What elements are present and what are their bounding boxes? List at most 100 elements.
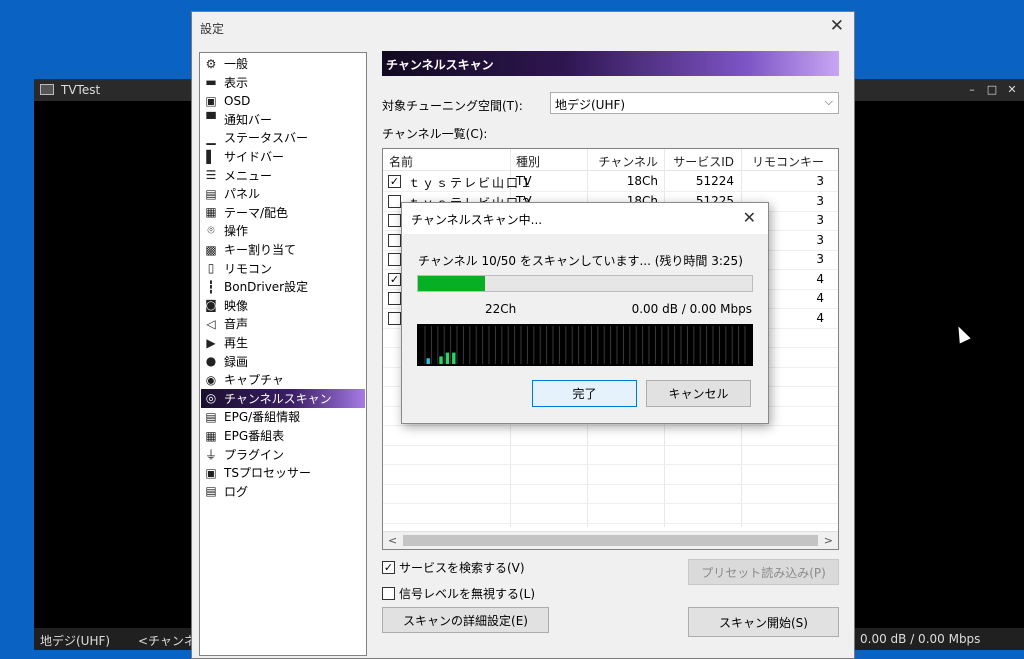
preset-load-button[interactable]: プリセット読み込み(P): [688, 559, 839, 585]
panel-icon: ▤: [205, 186, 217, 201]
minimize-button[interactable]: –: [966, 83, 978, 96]
scan-detail-settings-button[interactable]: スキャンの詳細設定(E): [382, 607, 549, 633]
row-gridline: [383, 464, 838, 465]
cell-remote-key: 3: [816, 213, 824, 227]
category-item[interactable]: ⌾ 操作: [201, 221, 365, 240]
category-label: 音声: [224, 317, 249, 332]
category-list[interactable]: ⚙ 一般 ▬ 表示 ▣ OSD ▀ 通知バー ▁ ステータスバー ▌ サイドバー ☰ メニュー ▤ パネル ▦ テ…: [199, 52, 367, 656]
scan-status-message: チャンネル 10/50 をスキャンしています... (残り時間 3:25): [418, 254, 743, 268]
maximize-button[interactable]: □: [986, 83, 998, 96]
start-scan-button[interactable]: スキャン開始(S): [688, 607, 839, 637]
cell-remote-key: 4: [816, 291, 824, 305]
cancel-button[interactable]: キャンセル: [646, 380, 751, 407]
plugin-icon: ⏚: [204, 447, 217, 462]
category-item[interactable]: ▶ 再生: [201, 333, 365, 352]
category-item[interactable]: ◉ キャプチャ: [201, 370, 365, 389]
category-item[interactable]: ▦ テーマ/配色: [201, 203, 365, 222]
channel-list-label: チャンネル一覧(C):: [382, 127, 488, 141]
row-gridline: [383, 444, 838, 446]
category-label: キー割り当て: [224, 243, 297, 257]
category-item[interactable]: ▬ 表示: [201, 73, 365, 92]
keyboard-icon: ▩: [205, 242, 217, 257]
category-label: ステータスバー: [224, 131, 309, 146]
category-item[interactable]: ▤ パネル: [201, 184, 365, 203]
close-icon[interactable]: ✕: [743, 208, 756, 227]
ts-processor-icon: ▣: [205, 465, 217, 480]
close-window-button[interactable]: ✕: [1006, 83, 1018, 96]
row-checkbox[interactable]: ✓: [388, 272, 401, 286]
category-label: 映像: [224, 298, 249, 313]
category-label: 操作: [224, 224, 249, 239]
cell-remote-key: 3: [816, 174, 824, 188]
section-header: チャンネルスキャン: [382, 51, 839, 76]
row-gridline: [383, 522, 838, 524]
ignore-signal-checkbox[interactable]: 信号レベルを無視する(L): [382, 585, 535, 602]
category-label: OSD: [224, 93, 251, 108]
row-gridline: [383, 191, 838, 192]
log-icon: ▤: [205, 484, 217, 499]
category-item[interactable]: ◎ チャンネルスキャン: [201, 388, 365, 408]
category-item[interactable]: ▀ 通知バー: [201, 110, 365, 129]
category-label: リモコン: [224, 261, 273, 276]
notification-bar-icon: ▀: [206, 112, 216, 127]
signal-bar: [439, 356, 443, 364]
category-item[interactable]: ▦ EPG番組表: [201, 426, 365, 445]
camera-icon: ◉: [205, 372, 217, 387]
channel-scan-icon: ◎: [205, 391, 217, 406]
scroll-right-icon[interactable]: >: [824, 534, 833, 547]
cell-remote-key: 4: [816, 271, 824, 286]
column-name[interactable]: 名前: [389, 153, 413, 170]
category-item[interactable]: ◁ 音声: [201, 314, 365, 333]
horizontal-scrollbar[interactable]: < >: [383, 531, 838, 549]
column-channel[interactable]: チャンネル: [598, 153, 658, 170]
category-item[interactable]: ◙ 映像: [201, 296, 365, 315]
category-label: 通知バー: [224, 112, 273, 127]
scroll-thumb[interactable]: [403, 535, 818, 546]
category-item[interactable]: ┇ BonDriver設定: [201, 277, 365, 296]
category-label: BonDriver設定: [224, 280, 309, 295]
cell-remote-key: 4: [816, 310, 824, 325]
row-checkbox[interactable]: [388, 194, 401, 208]
row-checkbox[interactable]: [388, 311, 401, 325]
category-label: ログ: [224, 484, 249, 499]
row-checkbox[interactable]: ✓: [388, 175, 401, 188]
epg-info-icon: ▤: [205, 409, 217, 424]
category-label: プラグイン: [224, 447, 285, 462]
tvtest-app-icon: [40, 84, 54, 95]
search-services-checkbox[interactable]: ✓ サービスを検索する(V): [382, 559, 525, 576]
status-tuning-space[interactable]: 地デジ(UHF): [40, 632, 110, 649]
scan-dialog-titlebar[interactable]: チャンネルスキャン中... ✕: [402, 203, 768, 234]
row-checkbox[interactable]: [388, 253, 401, 266]
category-item[interactable]: ▣ TSプロセッサー: [201, 463, 365, 482]
signal-level: 0.00 dB / 0.00 Mbps: [631, 302, 752, 316]
category-item[interactable]: ⚙ 一般: [201, 54, 365, 73]
category-item[interactable]: ▣ OSD: [201, 91, 365, 110]
category-item[interactable]: ▌ サイドバー: [201, 147, 365, 166]
category-item[interactable]: ▤ EPG/番組情報: [201, 407, 365, 426]
column-type[interactable]: 種別: [516, 153, 540, 170]
checkbox-box[interactable]: [382, 587, 395, 600]
category-item[interactable]: ▩ キー割り当て: [201, 240, 365, 259]
scroll-left-icon[interactable]: <: [388, 534, 397, 547]
category-item[interactable]: ▁ ステータスバー: [201, 128, 365, 147]
finish-button[interactable]: 完了: [532, 380, 637, 407]
settings-close-icon[interactable]: ✕: [830, 16, 844, 36]
row-gridline: [383, 483, 838, 485]
channel-row[interactable]: ✓ ｔｙｓテレビ山口１ TV 18Ch 51224 3: [383, 172, 838, 191]
category-item[interactable]: ● 録画: [201, 352, 365, 371]
row-checkbox[interactable]: [388, 292, 401, 305]
mouse-icon: ⌾: [207, 223, 215, 238]
checkbox-box[interactable]: ✓: [382, 561, 395, 574]
current-channel: 22Ch: [485, 302, 517, 316]
column-remote-key[interactable]: リモコンキー: [752, 153, 824, 170]
row-checkbox[interactable]: [388, 214, 401, 227]
channel-list-header: 名前 種別 チャンネル サービスID リモコンキー: [383, 149, 838, 171]
row-checkbox[interactable]: [388, 233, 401, 247]
column-service-id[interactable]: サービスID: [673, 153, 734, 170]
tuning-space-select[interactable]: 地デジ(UHF) ⌵: [550, 92, 839, 114]
category-item[interactable]: ▤ ログ: [201, 482, 365, 501]
category-item[interactable]: ⏚ プラグイン: [201, 445, 365, 464]
category-label: チャンネルスキャン: [224, 391, 332, 406]
category-item[interactable]: ☰ メニュー: [201, 166, 365, 185]
category-item[interactable]: ▯ リモコン: [201, 259, 365, 278]
